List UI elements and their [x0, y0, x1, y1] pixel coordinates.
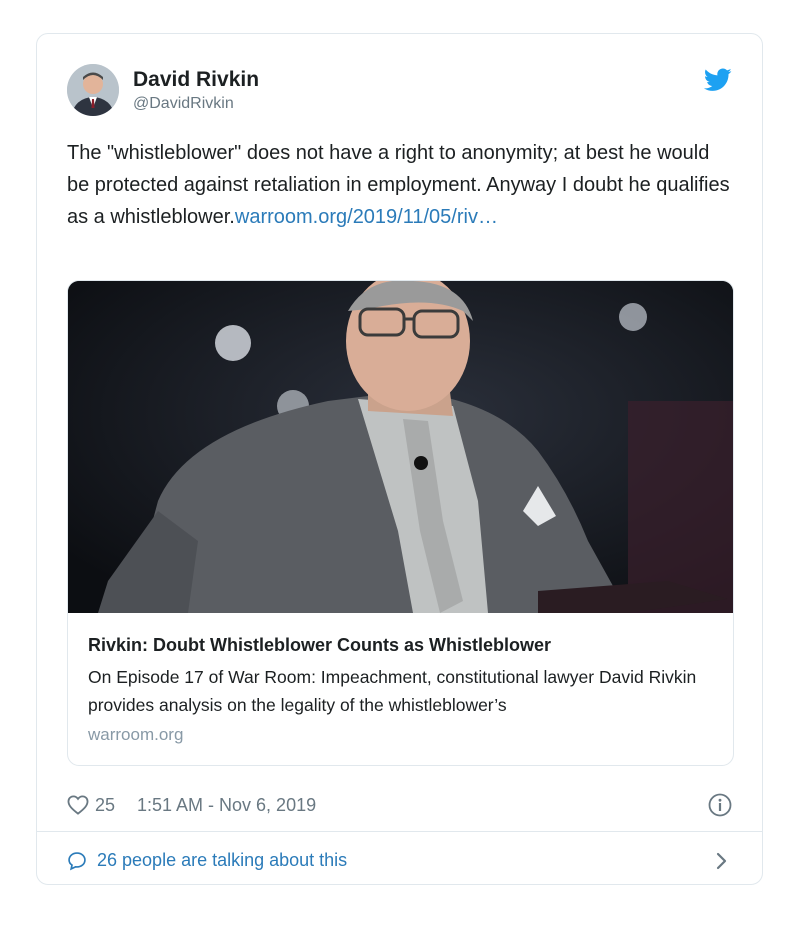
info-icon[interactable] — [708, 793, 732, 817]
link-preview-image[interactable] — [68, 281, 733, 613]
talking-about-text[interactable]: 26 people are talking about this — [97, 846, 347, 874]
link-preview-card[interactable]: Rivkin: Doubt Whistleblower Counts as Wh… — [67, 280, 734, 766]
chevron-right-icon[interactable] — [716, 852, 728, 870]
speech-bubble-icon — [68, 852, 86, 871]
tweet-timestamp[interactable]: 1:51 AM - Nov 6, 2019 — [137, 791, 316, 819]
talking-about-row[interactable]: 26 people are talking about this — [67, 846, 732, 874]
like-count[interactable]: 25 — [95, 791, 115, 819]
avatar-photo-icon — [67, 64, 119, 116]
divider — [37, 831, 762, 832]
link-preview-description: On Episode 17 of War Room: Impeachment, … — [88, 667, 697, 715]
portrait-photo-icon — [68, 281, 733, 613]
tweet-meta: 25 1:51 AM - Nov 6, 2019 — [67, 791, 732, 819]
author-avatar[interactable] — [67, 64, 119, 116]
tweet-header: David Rivkin @DavidRivkin — [67, 64, 732, 120]
tweet-card: David Rivkin @DavidRivkin The "whistlebl… — [36, 33, 763, 885]
tweet-text: The "whistleblower" does not have a righ… — [67, 137, 732, 233]
author-handle[interactable]: @DavidRivkin — [133, 93, 259, 115]
tweet-link[interactable]: warroom.org/2019/11/05/riv… — [235, 206, 498, 228]
link-preview-title[interactable]: Rivkin: Doubt Whistleblower Counts as Wh… — [88, 633, 713, 657]
link-preview-domain: warroom.org — [88, 725, 184, 744]
heart-icon[interactable] — [67, 795, 89, 815]
twitter-bird-icon[interactable] — [704, 68, 732, 92]
author-names: David Rivkin @DavidRivkin — [133, 67, 259, 115]
author-display-name[interactable]: David Rivkin — [133, 67, 259, 93]
link-preview-body: Rivkin: Doubt Whistleblower Counts as Wh… — [88, 613, 713, 747]
